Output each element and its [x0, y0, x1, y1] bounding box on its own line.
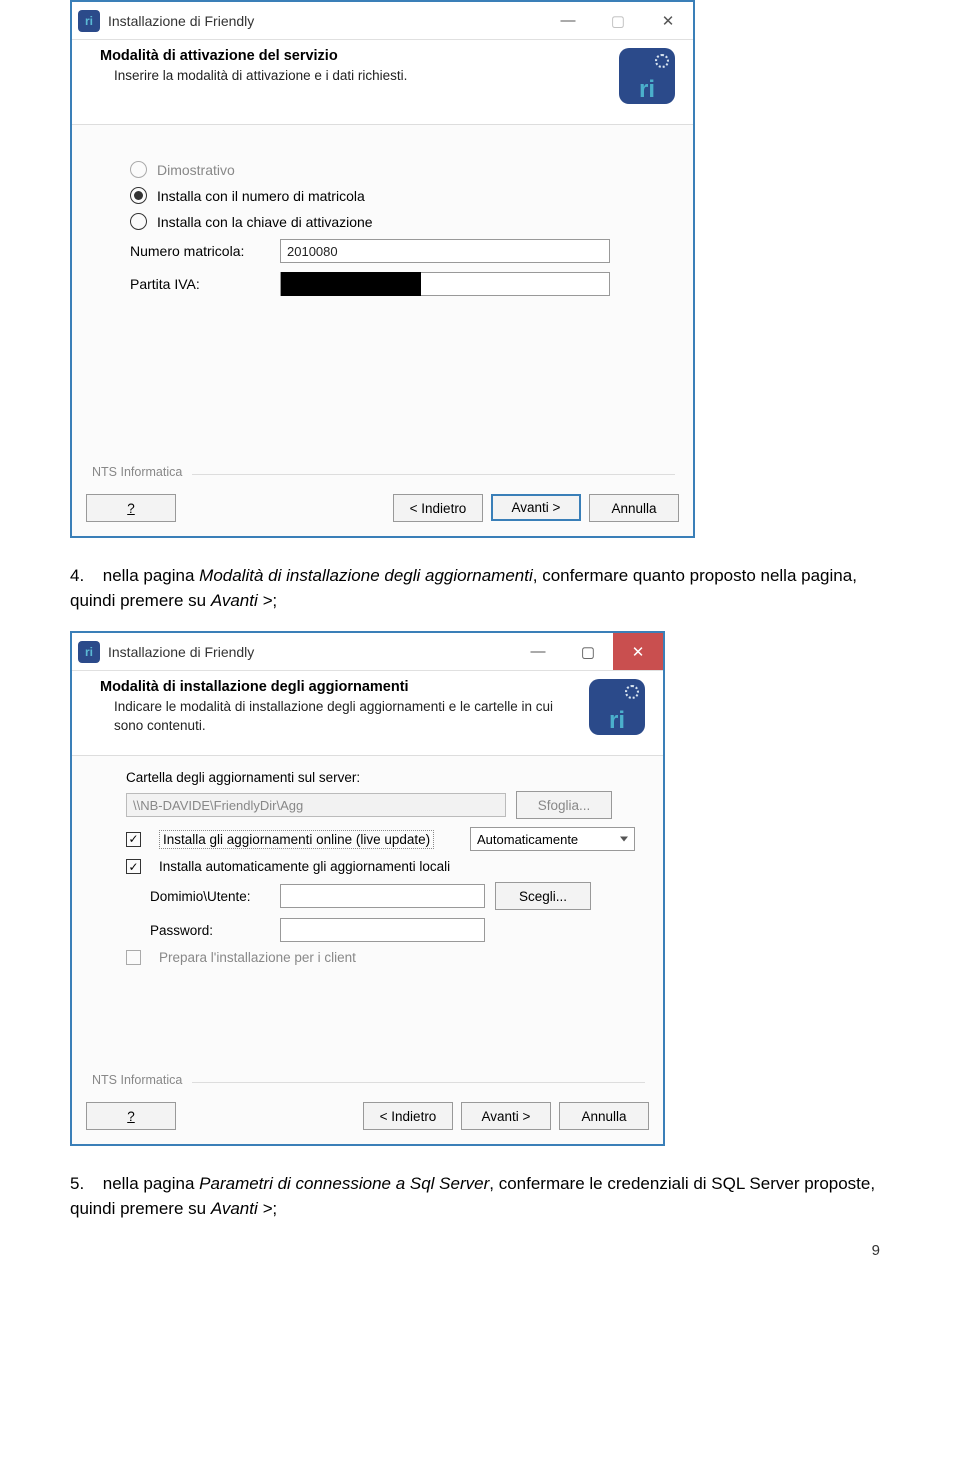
- radio-chiave[interactable]: [130, 213, 147, 230]
- checkbox-client-label: Prepara l'installazione per i client: [159, 950, 356, 965]
- installer-dialog-activation: ri Installazione di Friendly — ▢ ✕ Modal…: [70, 0, 695, 538]
- banner-title: Modalità di attivazione del servizio: [100, 48, 609, 64]
- input-cartella[interactable]: \\NB-DAVIDE\FriendlyDir\Agg: [126, 793, 506, 817]
- close-button[interactable]: ✕: [613, 633, 663, 670]
- footer-brand: NTS Informatica: [72, 1073, 663, 1091]
- button-row: ? < Indietro Avanti > Annulla: [72, 1091, 663, 1144]
- titlebar: ri Installazione di Friendly — ▢ ✕: [72, 2, 693, 40]
- input-piva[interactable]: [280, 272, 610, 296]
- label-password: Password:: [150, 923, 270, 938]
- window-title: Installazione di Friendly: [108, 644, 254, 660]
- footer-brand: NTS Informatica: [72, 465, 693, 483]
- banner: Modalità di installazione degli aggiorna…: [72, 671, 663, 756]
- choose-button[interactable]: Scegli...: [495, 882, 591, 910]
- installer-dialog-updates: ri Installazione di Friendly — ▢ ✕ Modal…: [70, 631, 665, 1146]
- radio-chiave-label: Installa con la chiave di attivazione: [157, 214, 373, 230]
- input-matricola[interactable]: 2010080: [280, 239, 610, 263]
- instruction-step-4: 4. nella pagina Modalità di installazion…: [70, 564, 900, 613]
- banner-title: Modalità di installazione degli aggiorna…: [100, 679, 579, 695]
- select-mode[interactable]: Automaticamente: [470, 827, 635, 851]
- minimize-button[interactable]: —: [513, 633, 563, 670]
- maximize-button[interactable]: ▢: [563, 633, 613, 670]
- checkbox-client[interactable]: [126, 950, 141, 965]
- radio-demo[interactable]: [130, 161, 147, 178]
- input-domain[interactable]: [280, 884, 485, 908]
- next-button[interactable]: Avanti >: [491, 494, 581, 521]
- page-number: 9: [60, 1242, 900, 1259]
- window-title: Installazione di Friendly: [108, 13, 254, 29]
- checkbox-online[interactable]: ✓: [126, 832, 141, 847]
- next-button[interactable]: Avanti >: [461, 1102, 551, 1130]
- label-cartella: Cartella degli aggiornamenti sul server:: [126, 770, 635, 785]
- app-icon: ri: [78, 10, 100, 32]
- redacted-value: [281, 272, 421, 296]
- input-password[interactable]: [280, 918, 485, 942]
- app-icon: ri: [78, 641, 100, 663]
- browse-button[interactable]: Sfoglia...: [516, 791, 612, 819]
- banner: Modalità di attivazione del servizio Ins…: [72, 40, 693, 125]
- radio-matricola[interactable]: [130, 187, 147, 204]
- titlebar: ri Installazione di Friendly — ▢ ✕: [72, 633, 663, 671]
- instruction-step-5: 5. nella pagina Parametri di connessione…: [70, 1172, 900, 1221]
- label-matricola: Numero matricola:: [130, 243, 280, 259]
- maximize-button[interactable]: ▢: [593, 2, 643, 39]
- back-button[interactable]: < Indietro: [393, 494, 483, 522]
- help-button[interactable]: ?: [86, 494, 176, 522]
- banner-subtitle: Indicare le modalità di installazione de…: [100, 698, 579, 734]
- checkbox-local-label: Installa automaticamente gli aggiornamen…: [159, 859, 450, 874]
- logo-icon: ri: [619, 48, 675, 104]
- banner-subtitle: Inserire la modalità di attivazione e i …: [100, 67, 609, 85]
- radio-demo-label: Dimostrativo: [157, 162, 235, 178]
- minimize-button[interactable]: —: [543, 2, 593, 39]
- close-button[interactable]: ✕: [643, 2, 693, 39]
- checkbox-online-label: Installa gli aggiornamenti online (live …: [159, 830, 434, 849]
- checkbox-local[interactable]: ✓: [126, 859, 141, 874]
- cancel-button[interactable]: Annulla: [589, 494, 679, 522]
- button-row: ? < Indietro Avanti > Annulla: [72, 483, 693, 536]
- help-button[interactable]: ?: [86, 1102, 176, 1130]
- radio-matricola-label: Installa con il numero di matricola: [157, 188, 365, 204]
- logo-icon: ri: [589, 679, 645, 735]
- back-button[interactable]: < Indietro: [363, 1102, 453, 1130]
- cancel-button[interactable]: Annulla: [559, 1102, 649, 1130]
- label-domain: Domimio\Utente:: [150, 889, 270, 904]
- label-piva: Partita IVA:: [130, 276, 280, 292]
